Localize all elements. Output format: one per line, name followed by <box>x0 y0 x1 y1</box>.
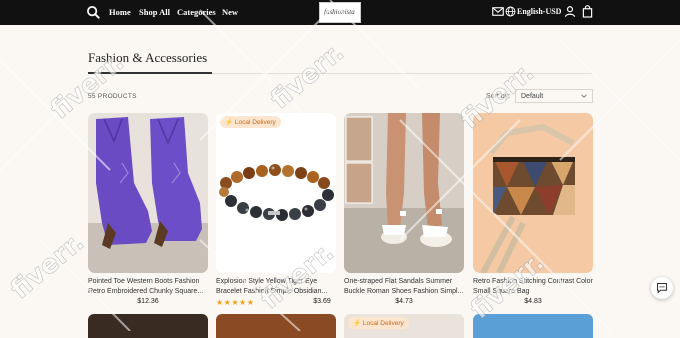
product-card-image[interactable] <box>88 314 208 338</box>
watermark-text: fiverr. <box>5 227 90 305</box>
search-icon[interactable] <box>86 5 100 19</box>
product-image[interactable] <box>473 113 593 273</box>
store-logo[interactable]: fashionista <box>319 2 361 23</box>
user-icon[interactable] <box>564 5 576 18</box>
product-image[interactable] <box>88 113 208 273</box>
top-header: Home Shop All Categories New fashionista… <box>0 0 680 25</box>
product-card-image[interactable]: ⚡ Local Delivery <box>344 314 464 338</box>
product-price: $4.83 <box>524 298 542 305</box>
badge-label: Local Delivery <box>362 320 404 327</box>
lightning-icon: ⚡ <box>353 320 362 327</box>
chat-button[interactable] <box>651 277 673 299</box>
language-currency-selector[interactable]: English-USD <box>517 7 561 16</box>
nav-shop-all[interactable]: Shop All <box>139 7 170 17</box>
title-underline <box>88 72 212 74</box>
chevron-down-icon <box>581 94 587 98</box>
product-card-image[interactable] <box>473 314 593 338</box>
product-count: 55 PRODUCTS <box>88 93 137 100</box>
product-name[interactable]: Explosion Style Yellow Tiger Eye Bracele… <box>216 277 336 296</box>
local-delivery-badge: ⚡ Local Delivery <box>220 116 281 128</box>
rating-stars: ★★★★★ <box>216 298 255 307</box>
sort-dropdown[interactable]: Default <box>515 89 593 103</box>
logo-text: fashionista <box>324 8 355 16</box>
badge-label: Local Delivery <box>234 119 276 126</box>
nav-home[interactable]: Home <box>109 7 131 17</box>
nav-new[interactable]: New <box>222 7 238 17</box>
bag-icon[interactable] <box>582 5 593 18</box>
lightning-icon: ⚡ <box>225 119 234 126</box>
chat-icon <box>656 282 668 294</box>
product-price: $12.36 <box>137 298 159 305</box>
nav-categories[interactable]: Categories <box>177 7 216 17</box>
watermark-text: fiverr. <box>265 37 350 115</box>
product-name[interactable]: Retro Fashion Stitching Contrast Color S… <box>473 277 593 296</box>
product-name[interactable]: One-straped Flat Sandals Summer Buckle R… <box>344 277 464 296</box>
product-image[interactable] <box>216 113 336 273</box>
page-title: Fashion & Accessories <box>88 50 208 65</box>
product-card-image[interactable] <box>216 314 336 338</box>
sort-value: Default <box>521 93 544 100</box>
mail-icon[interactable] <box>492 6 504 17</box>
local-delivery-badge: ⚡ Local Delivery <box>348 317 409 329</box>
product-price: $4.73 <box>395 298 413 305</box>
product-image[interactable] <box>344 113 464 273</box>
product-name[interactable]: Pointed Toe Western Boots Fashion Retro … <box>88 277 208 296</box>
sort-label: Sort by: <box>486 93 511 100</box>
globe-icon[interactable] <box>505 6 516 17</box>
